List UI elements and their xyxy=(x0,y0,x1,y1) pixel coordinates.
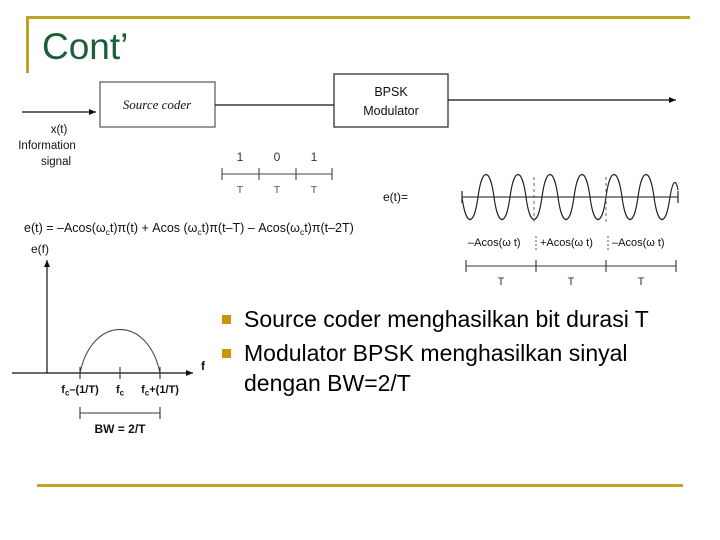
list-item: Modulator BPSK menghasilkan sinyal denga… xyxy=(222,338,690,398)
list-item: Source coder menghasilkan bit durasi T xyxy=(222,304,690,334)
waveform-duration-0: T xyxy=(498,276,505,288)
bpsk-modulator-block xyxy=(333,73,449,128)
eq-part-0: e(t) = xyxy=(24,221,57,235)
svg-text:–Acos(ω t): –Acos(ω t) xyxy=(612,237,665,249)
bit-label-2: 1 xyxy=(311,150,318,164)
tick-lower-rest: –(1/T) xyxy=(69,384,99,396)
title-top-rule xyxy=(26,16,690,19)
spectrum-tick-label-upper: fc+(1/T) xyxy=(141,384,179,398)
bit-duration-0: T xyxy=(237,184,244,196)
eq-part-2: ω xyxy=(96,221,106,235)
bit-duration-2: T xyxy=(311,184,318,196)
input-label-line2: signal xyxy=(41,156,71,168)
svg-text:–Acos(ω t): –Acos(ω t) xyxy=(468,237,521,249)
bullet-text-1: Modulator BPSK menghasilkan sinyal denga… xyxy=(244,340,628,396)
bullet-list: Source coder menghasilkan bit durasi T M… xyxy=(222,304,690,402)
bit-duration-1: T xyxy=(274,184,281,196)
spectrum-x-axis-label: f xyxy=(201,359,206,373)
waveform-duration-2: T xyxy=(638,276,645,288)
bullet-text-0: Source coder menghasilkan bit durasi T xyxy=(244,306,649,332)
waveform-duration-1: T xyxy=(568,276,575,288)
eq-part-7: t)π(t–T) – Acos( xyxy=(202,221,291,235)
bpsk-modulator-label-line2: Modulator xyxy=(363,104,419,118)
eq-part-1: –Acos( xyxy=(57,221,97,235)
segment-1-text: +Acos(ω t) xyxy=(540,237,593,249)
segment-0-text: –Acos(ω t) xyxy=(468,237,521,249)
waveform-label: e(t)= xyxy=(383,190,408,204)
spectrum-main-lobe xyxy=(79,328,161,374)
source-coder-label: Source coder xyxy=(123,97,192,112)
waveform-segment-label-0: –Acos(ω t) xyxy=(468,237,521,249)
svg-text:+Acos(ω t): +Acos(ω t) xyxy=(540,237,593,249)
bottom-accent-rule xyxy=(37,484,683,487)
slide: Cont’ x(t) Information signal Source cod… xyxy=(0,0,720,540)
bandwidth-label: BW = 2/T xyxy=(94,422,146,436)
waveform-segment-label-2: –Acos(ω t) xyxy=(612,237,665,249)
bpsk-equation: e(t) = –Acos(ωct)π(t) + Acos (ωct)π(t–T)… xyxy=(24,221,354,237)
square-bullet-icon xyxy=(222,349,231,358)
spectrum-y-axis-label: e(f) xyxy=(31,242,49,256)
square-bullet-icon xyxy=(222,315,231,324)
input-label-line1: Information xyxy=(18,140,76,152)
tick-center-sub: c xyxy=(120,389,125,398)
spectrum-tick-label-lower: fc–(1/T) xyxy=(61,384,99,398)
bit-label-1: 0 xyxy=(274,150,281,164)
waveform-segment-label-1: +Acos(ω t) xyxy=(540,237,593,249)
bpsk-modulator-label-line1: BPSK xyxy=(374,85,408,99)
eq-part-5: ω xyxy=(188,221,198,235)
segment-2-text: –Acos(ω t) xyxy=(612,237,665,249)
eq-part-4: t)π(t) + Acos ( xyxy=(110,221,189,235)
tick-upper-rest: +(1/T) xyxy=(149,384,179,396)
bit-label-0: 1 xyxy=(237,150,244,164)
eq-part-8: ω xyxy=(290,221,300,235)
spectrum-tick-label-center: fc xyxy=(116,384,125,398)
input-signal-name: x(t) xyxy=(51,124,68,136)
eq-part-10: t)π(t–2T) xyxy=(304,221,354,235)
